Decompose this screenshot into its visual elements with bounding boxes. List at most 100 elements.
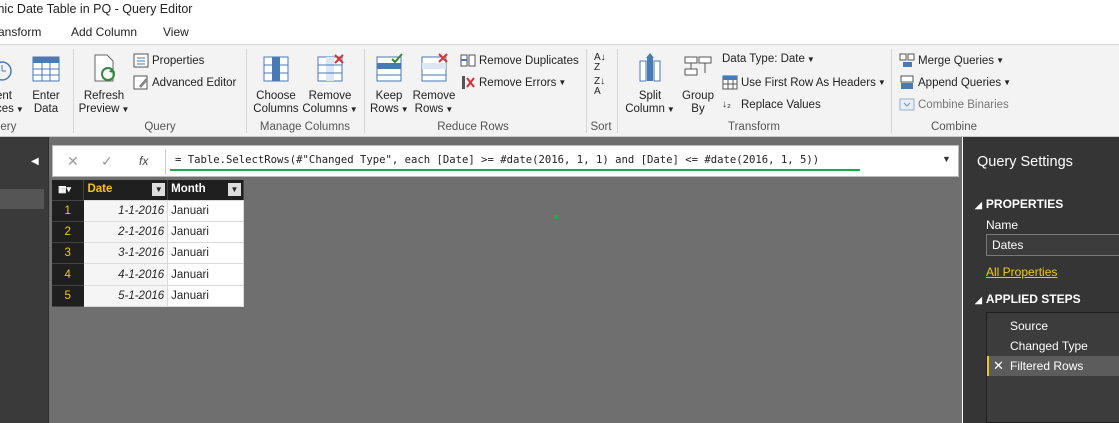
selected-query-strip[interactable] bbox=[0, 189, 44, 209]
sort-ascending-icon: A↓ Z bbox=[594, 52, 606, 73]
name-label: Name bbox=[986, 218, 1019, 232]
remove-duplicates-button[interactable]: Remove Duplicates bbox=[460, 53, 579, 68]
step-source[interactable]: Source bbox=[987, 316, 1119, 336]
remove-rows-button[interactable]: Remove Rows ▼ bbox=[412, 53, 456, 116]
keep-rows-icon bbox=[376, 53, 403, 82]
table-header-row: ▦▾ Date ▼ Month ▼ bbox=[52, 180, 244, 201]
month-cell[interactable]: Januari bbox=[167, 263, 244, 286]
menu-bar: ransform Add Column View bbox=[0, 20, 1119, 44]
all-properties-link[interactable]: All Properties bbox=[986, 265, 1057, 279]
split-column-icon bbox=[639, 53, 661, 82]
window-title: mic Date Table in PQ - Query Editor bbox=[0, 2, 193, 16]
month-cell[interactable]: Januari bbox=[167, 200, 244, 222]
use-first-row-headers-button[interactable]: Use First Row As Headers ▼ bbox=[722, 75, 886, 90]
replace-values-button[interactable]: ↓₂ Replace Values bbox=[722, 97, 821, 112]
properties-icon bbox=[133, 53, 149, 68]
table-row: 5 5-1-2016 Januari bbox=[52, 285, 244, 308]
sort-ascending-button[interactable]: A↓ Z bbox=[594, 53, 606, 73]
group-label-query: Query bbox=[144, 121, 176, 133]
remove-columns-icon bbox=[317, 54, 344, 82]
first-row-headers-icon bbox=[722, 75, 738, 90]
step-changed-type[interactable]: Changed Type bbox=[987, 336, 1119, 356]
remove-rows-icon bbox=[421, 53, 448, 82]
fx-icon[interactable]: fx bbox=[139, 154, 148, 168]
date-cell[interactable]: 2-1-2016 bbox=[83, 221, 169, 244]
table-row: 1 1-1-2016 Januari bbox=[52, 200, 244, 222]
replace-values-icon: ↓₂ bbox=[722, 99, 731, 110]
choose-columns-icon bbox=[263, 56, 289, 82]
column-header-month[interactable]: Month ▼ bbox=[167, 180, 244, 201]
column-header-date[interactable]: Date ▼ bbox=[83, 180, 169, 201]
tab-transform[interactable]: ransform bbox=[0, 25, 41, 39]
month-cell[interactable]: Januari bbox=[167, 285, 244, 308]
date-cell[interactable]: 5-1-2016 bbox=[83, 285, 169, 308]
refresh-preview-button[interactable]: Refresh Preview ▼ bbox=[78, 53, 130, 116]
step-filtered-rows[interactable]: ✕ Filtered Rows bbox=[987, 356, 1119, 376]
expand-queries-chevron-icon[interactable]: ◀ bbox=[31, 156, 39, 167]
merge-queries-button[interactable]: Merge Queries ▼ bbox=[899, 53, 1004, 68]
formula-input[interactable]: = Table.SelectRows(#"Changed Type", each… bbox=[175, 154, 819, 166]
remove-duplicates-icon bbox=[460, 54, 476, 67]
data-table: ▦▾ Date ▼ Month ▼ 1 1-1-2016 Januari 2 2-1… bbox=[52, 180, 244, 308]
group-label-query-partial: uery bbox=[0, 121, 17, 133]
row-number: 4 bbox=[52, 263, 85, 286]
group-label-transform: Transform bbox=[728, 121, 780, 133]
date-cell[interactable]: 4-1-2016 bbox=[83, 263, 169, 286]
properties-section-header[interactable]: ◢ PROPERTIES bbox=[975, 197, 1063, 211]
group-by-button[interactable]: Group By bbox=[679, 53, 717, 116]
row-number: 1 bbox=[52, 200, 85, 222]
date-cell[interactable]: 3-1-2016 bbox=[83, 242, 169, 265]
choose-columns-button[interactable]: Choose Columns bbox=[253, 53, 299, 116]
month-cell[interactable]: Januari bbox=[167, 221, 244, 244]
combine-binaries-icon bbox=[899, 98, 915, 111]
ribbon: ent ces▼ Enter Data uery Refresh Preview… bbox=[0, 44, 1119, 137]
queries-pane-collapsed[interactable]: ◀ bbox=[0, 137, 48, 423]
sort-descending-icon: Z↓ A bbox=[594, 76, 606, 97]
advanced-editor-button[interactable]: Advanced Editor bbox=[133, 75, 236, 90]
table-row: 3 3-1-2016 Januari bbox=[52, 242, 244, 265]
collapse-triangle-icon: ◢ bbox=[975, 295, 982, 305]
append-queries-button[interactable]: Append Queries ▼ bbox=[899, 75, 1011, 90]
properties-button[interactable]: Properties bbox=[133, 53, 204, 68]
query-settings-title: Query Settings bbox=[977, 154, 1073, 170]
formula-underline-annotation bbox=[170, 169, 860, 171]
data-type-dropdown[interactable]: Data Type: Date ▼ bbox=[722, 53, 815, 65]
month-cell[interactable]: Januari bbox=[167, 242, 244, 265]
group-label-manage-columns: Manage Columns bbox=[259, 121, 351, 133]
delete-step-icon[interactable]: ✕ bbox=[993, 356, 1004, 376]
refresh-icon bbox=[94, 54, 115, 82]
tab-view[interactable]: View bbox=[163, 25, 189, 39]
confirm-formula-icon[interactable]: ✓ bbox=[101, 153, 113, 170]
split-column-button[interactable]: Split Column ▼ bbox=[624, 53, 676, 116]
cancel-formula-icon[interactable]: ✕ bbox=[67, 153, 79, 170]
group-label-combine: Combine bbox=[930, 121, 978, 133]
row-number: 5 bbox=[52, 285, 85, 308]
remove-errors-button[interactable]: Remove Errors ▼ bbox=[460, 75, 566, 90]
applied-steps-section-header[interactable]: ◢ APPLIED STEPS bbox=[975, 292, 1081, 306]
collapse-triangle-icon: ◢ bbox=[975, 200, 982, 210]
group-label-reduce-rows: Reduce Rows bbox=[437, 121, 509, 133]
date-cell[interactable]: 1-1-2016 bbox=[83, 200, 169, 222]
formula-bar: ✕ ✓ fx = Table.SelectRows(#"Changed Type… bbox=[52, 145, 959, 177]
cursor-dot bbox=[554, 215, 558, 219]
keep-rows-button[interactable]: Keep Rows ▼ bbox=[370, 53, 409, 116]
table-menu-icon[interactable]: ▦▾ bbox=[52, 180, 85, 201]
append-queries-icon bbox=[900, 75, 914, 89]
filter-active-icon[interactable]: ▼ bbox=[152, 183, 166, 197]
table-row: 4 4-1-2016 Januari bbox=[52, 263, 244, 286]
table-icon bbox=[32, 56, 60, 82]
combine-binaries-button[interactable]: Combine Binaries bbox=[899, 97, 1009, 112]
query-name-input[interactable]: Dates bbox=[986, 234, 1119, 256]
filter-dropdown-icon[interactable]: ▼ bbox=[228, 183, 241, 197]
row-number: 2 bbox=[52, 221, 85, 244]
tab-add-column[interactable]: Add Column bbox=[71, 25, 137, 39]
editor-icon bbox=[133, 75, 148, 90]
recent-sources-button[interactable]: ent ces▼ bbox=[0, 53, 24, 116]
sort-descending-button[interactable]: Z↓ A bbox=[594, 77, 605, 97]
enter-data-button[interactable]: Enter Data bbox=[28, 53, 64, 116]
remove-columns-button[interactable]: Remove Columns ▼ bbox=[302, 53, 358, 116]
remove-errors-icon bbox=[462, 76, 475, 89]
merge-queries-icon bbox=[899, 53, 915, 67]
clock-icon bbox=[0, 61, 12, 81]
expand-formula-chevron-icon[interactable]: ▼ bbox=[942, 154, 951, 164]
